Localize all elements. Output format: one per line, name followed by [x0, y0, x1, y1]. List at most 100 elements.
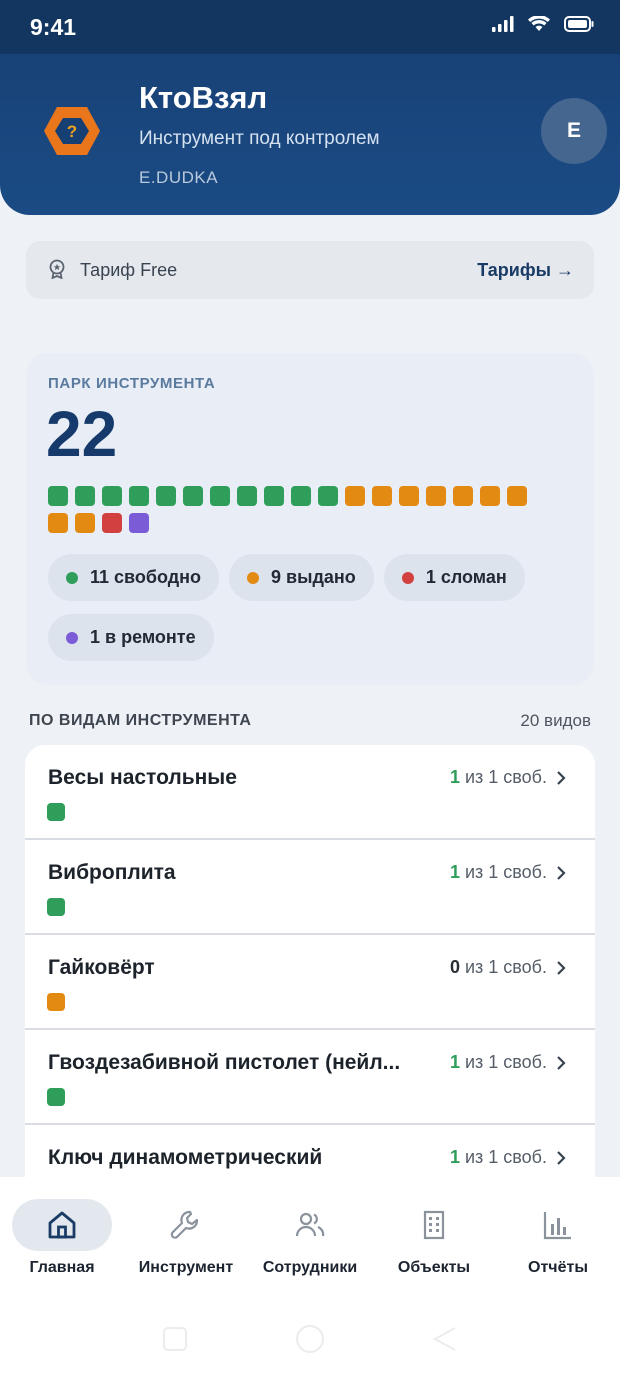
tool-status-square [47, 993, 65, 1011]
back-icon [432, 1327, 456, 1351]
nav-label: Отчёты [528, 1259, 588, 1276]
status-square [426, 486, 446, 506]
tool-name: Ключ динамометрический [48, 1146, 323, 1169]
status-dot-icon [247, 571, 260, 584]
tool-availability: 1 из 1 своб. [450, 1052, 547, 1073]
chevron-right-icon [557, 1151, 566, 1165]
status-square [102, 513, 122, 533]
nav-tools[interactable]: Инструмент [124, 1199, 248, 1277]
tool-total-text: из 1 своб. [459, 767, 547, 787]
users-icon [295, 1212, 325, 1237]
tool-availability: 1 из 1 своб. [450, 862, 547, 883]
status-square [345, 486, 365, 506]
tool-name: Виброплита [48, 861, 176, 884]
tool-free-count: 1 [449, 1052, 460, 1072]
tool-name: Гвоздезабивной пистолет (нейл... [48, 1051, 401, 1074]
status-square [48, 513, 68, 533]
tool-free-count: 1 [449, 862, 460, 882]
tool-row[interactable]: Гайковёрт 0 из 1 своб. [25, 935, 595, 1030]
fleet-total: 22 [46, 398, 118, 470]
status-pill[interactable]: 1 в ремонте [48, 614, 214, 661]
status-square [399, 486, 419, 506]
tool-status-square [47, 898, 65, 916]
status-square [183, 486, 203, 506]
nav-objects[interactable]: Объекты [372, 1199, 496, 1277]
badge-icon [49, 259, 65, 279]
status-pill[interactable]: 11 свободно [48, 554, 220, 601]
status-square [480, 486, 500, 506]
status-square [507, 486, 527, 506]
wrench-icon [170, 1210, 199, 1239]
tool-availability: 1 из 1 своб. [450, 767, 547, 788]
status-square [48, 486, 68, 506]
nav-home[interactable]: Главная [0, 1199, 124, 1277]
tool-row[interactable]: Виброплита 1 из 1 своб. [25, 840, 595, 935]
tool-total-text: из 1 своб. [459, 957, 547, 977]
building-icon [423, 1210, 445, 1240]
tool-status-square [47, 803, 65, 821]
status-bar: 9:41 [0, 0, 620, 54]
battery-icon [564, 16, 594, 32]
fleet-title: ПАРК ИНСТРУМЕНТА [48, 375, 216, 392]
status-square [129, 513, 149, 533]
app-header: 9:41 ? КтоВзял Инструмент под контролем … [0, 0, 620, 215]
home-icon [48, 1211, 76, 1239]
status-dot-icon [401, 571, 414, 584]
recents-icon [163, 1327, 187, 1351]
status-pill[interactable]: 9 выдано [229, 554, 374, 601]
app-logo-icon: ? [44, 107, 100, 155]
tool-status-square [47, 1088, 65, 1106]
wifi-icon [528, 16, 550, 31]
tool-free-count: 1 [449, 767, 460, 787]
status-pill[interactable]: 1 сломан [383, 554, 525, 601]
fleet-card: ПАРК ИНСТРУМЕНТА 22 11 свободно 9 выдано 1… [26, 353, 594, 685]
tool-name: Гайковёрт [48, 956, 155, 979]
tool-total-text: из 1 своб. [459, 862, 547, 882]
svg-text:?: ? [67, 122, 77, 141]
status-icons [492, 16, 594, 32]
app-title: КтоВзял [139, 80, 268, 115]
nav-label: Главная [29, 1259, 95, 1276]
status-square [75, 486, 95, 506]
section-count: 20 видов [520, 711, 591, 730]
status-square [291, 486, 311, 506]
tariff-label: Тариф Free [80, 260, 178, 280]
status-pill-label: 1 в ремонте [90, 627, 196, 647]
tool-availability: 0 из 1 своб. [450, 957, 547, 978]
tool-row[interactable]: Гвоздезабивной пистолет (нейл... 1 из 1 с… [25, 1030, 595, 1125]
chevron-right-icon [557, 1056, 566, 1070]
tool-name: Весы настольные [48, 766, 237, 789]
status-dot-icon [66, 631, 78, 644]
signal-icon [492, 16, 514, 32]
nav-employees[interactable]: Сотрудники [248, 1199, 372, 1277]
avatar[interactable]: E [541, 98, 607, 164]
home-button-icon [296, 1325, 324, 1353]
status-pill-label: 11 свободно [90, 567, 202, 587]
status-pill-label: 1 сломан [425, 567, 507, 587]
tariffs-link[interactable]: Тарифы → [477, 260, 574, 281]
tool-row[interactable]: Весы настольные 1 из 1 своб. [25, 745, 595, 840]
tool-row[interactable]: Ключ динамометрический 1 из 1 своб. [25, 1125, 595, 1177]
user-name: E.DUDKA [139, 168, 219, 187]
status-square [102, 486, 122, 506]
tariff-bar: Тариф Free Тарифы → [26, 241, 594, 299]
chevron-right-icon [557, 961, 566, 975]
status-square [129, 486, 149, 506]
tool-availability: 1 из 1 своб. [450, 1147, 547, 1168]
tool-total-text: из 1 своб. [459, 1052, 547, 1072]
tool-total-text: из 1 своб. [459, 1147, 547, 1167]
app-subtitle: Инструмент под контролем [139, 128, 380, 149]
status-square [453, 486, 473, 506]
chevron-right-icon [557, 866, 566, 880]
nav-label: Инструмент [138, 1259, 234, 1276]
status-square [237, 486, 257, 506]
status-pill-label: 9 выдано [271, 567, 356, 587]
fleet-stats: 11 свободно 9 выдано 1 сломан 1 в ремонте [48, 554, 578, 674]
status-square [210, 486, 230, 506]
nav-reports[interactable]: Отчёты [496, 1199, 620, 1277]
status-square [156, 486, 176, 506]
nav-label: Сотрудники [262, 1259, 358, 1276]
status-square [372, 486, 392, 506]
chart-icon [543, 1212, 571, 1240]
fleet-squares [48, 486, 558, 540]
